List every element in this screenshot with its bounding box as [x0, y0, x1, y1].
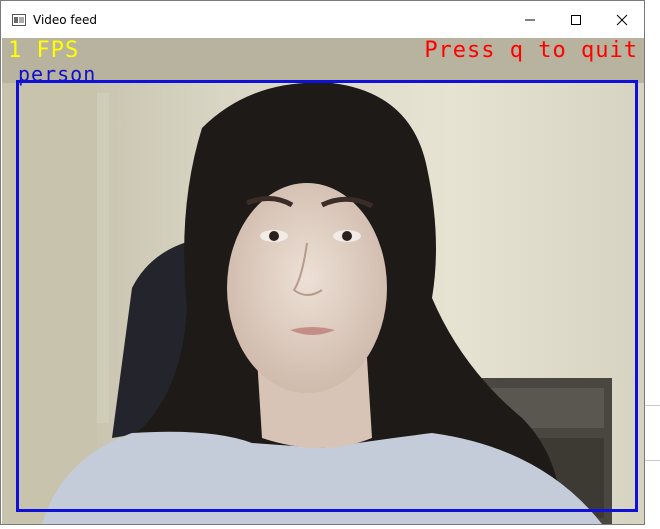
- title-bar[interactable]: Video feed: [1, 1, 644, 38]
- maximize-icon: [571, 14, 581, 25]
- quit-hint: Press q to quit: [424, 38, 638, 63]
- detection-label: person: [18, 62, 97, 86]
- detection-bounding-box: [16, 80, 638, 512]
- close-icon: [616, 14, 628, 25]
- maximize-button[interactable]: [553, 1, 599, 38]
- window-title: Video feed: [33, 13, 98, 27]
- background-divider: [645, 460, 660, 461]
- background-divider: [645, 405, 660, 406]
- video-feed-window: Video feed 1 FPS Press q to quit person: [0, 0, 645, 525]
- fps-counter: 1 FPS: [8, 38, 80, 63]
- minimize-icon: [525, 19, 535, 20]
- window-app-icon: [12, 14, 26, 26]
- video-frame: 1 FPS Press q to quit person: [2, 38, 644, 524]
- minimize-button[interactable]: [507, 1, 553, 38]
- close-button[interactable]: [599, 1, 645, 38]
